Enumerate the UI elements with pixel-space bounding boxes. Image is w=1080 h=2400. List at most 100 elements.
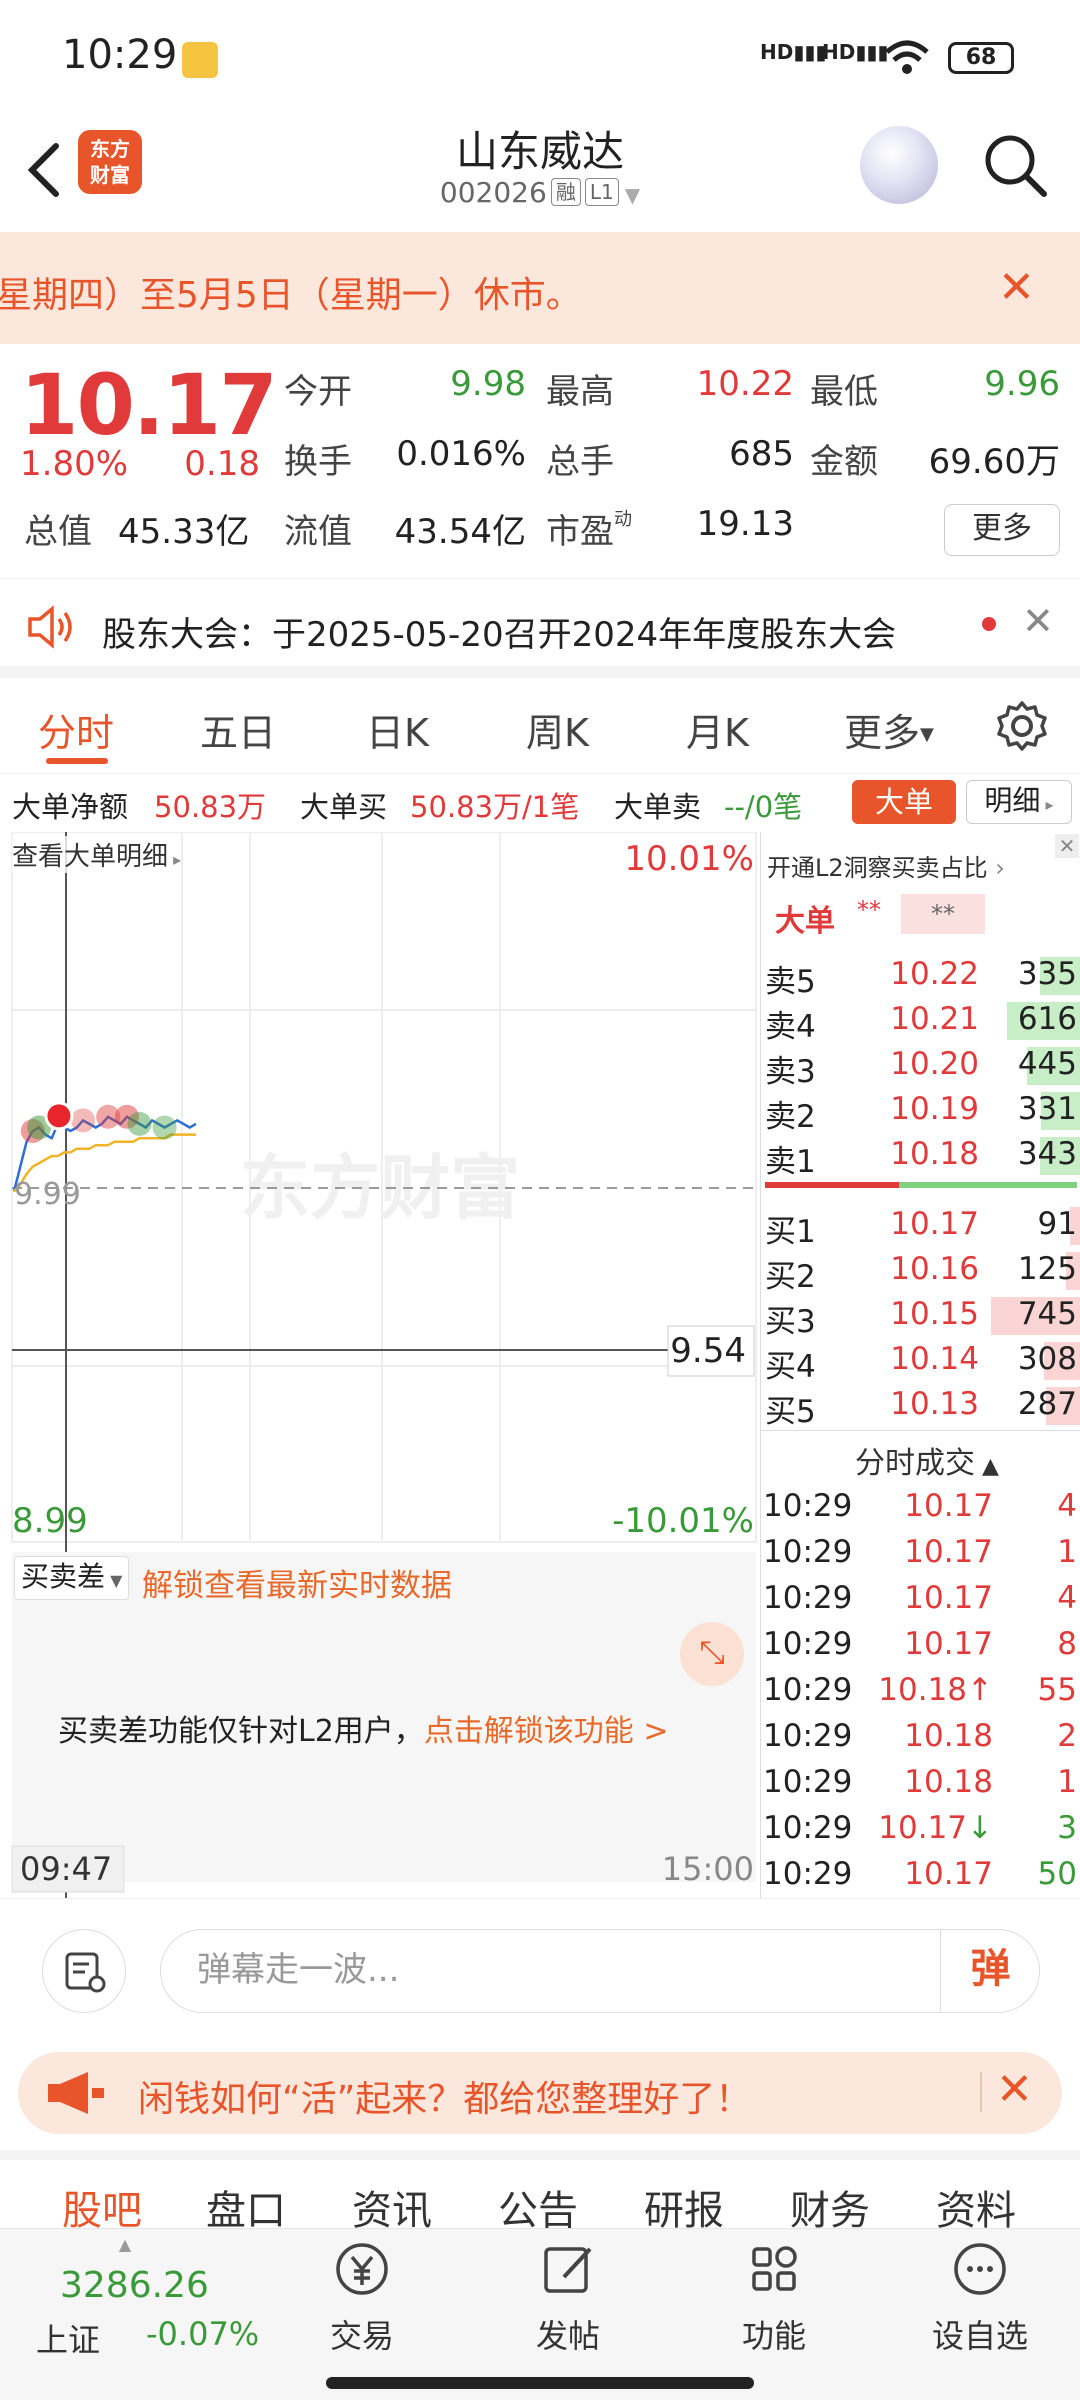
detail-button[interactable]: 明细 ▸ xyxy=(966,780,1072,824)
home-indicator[interactable] xyxy=(326,2377,754,2389)
tick-row: 10:29 10.18 1 xyxy=(761,1760,1080,1806)
bid-row[interactable]: 买5 10.13 287 xyxy=(761,1382,1080,1430)
danmu-send-button[interactable]: 弹 xyxy=(940,1929,1040,2013)
big-mask-1: ** xyxy=(857,896,881,924)
arrow-down-icon: ↓ xyxy=(967,1810,993,1846)
signal-icon-2: HD▮▮▮ xyxy=(822,40,889,64)
chevron-down-icon: ▼ xyxy=(105,1571,123,1590)
tab-five-day[interactable]: 五日 xyxy=(200,702,276,757)
tab-weekly-k[interactable]: 周K xyxy=(526,702,589,757)
selected-big-order-bubble[interactable] xyxy=(44,1101,74,1131)
l2-insight-link[interactable]: 开通L2洞察买卖占比 › xyxy=(767,848,1005,883)
tick-volume: 2 xyxy=(1057,1718,1077,1754)
settings-gear-icon[interactable] xyxy=(996,700,1048,752)
sell-ratio-bar xyxy=(899,1182,1077,1188)
holiday-notice: 星期四）至5月5日（星期一）休市。 ✕ xyxy=(0,232,1080,344)
detail-link-label: 查看大单明细 xyxy=(12,842,169,872)
level-label: 买5 xyxy=(765,1394,816,1430)
speaker-icon xyxy=(28,605,72,649)
unlock-link[interactable]: 解锁查看最新实时数据 xyxy=(142,1560,452,1605)
more-button[interactable]: 更多 xyxy=(944,504,1060,556)
big-mask-2: ** xyxy=(901,894,985,934)
tab-monthly-k[interactable]: 月K xyxy=(686,702,749,757)
big-buy-value: 50.83万/1笔 xyxy=(410,790,580,824)
close-icon[interactable]: ✕ xyxy=(1022,599,1054,643)
more-icon xyxy=(954,2243,1006,2295)
nav-post[interactable]: 发帖 xyxy=(508,2239,628,2357)
tick-time: 10:29 xyxy=(763,1534,853,1570)
ask-row[interactable]: 卖4 10.21 616 xyxy=(761,997,1080,1045)
promo-banner[interactable]: 闲钱如何“活”起来？都给您整理好了！ ✕ xyxy=(18,2052,1062,2134)
robot-assistant-icon[interactable] xyxy=(860,126,938,204)
nav-trade-label: 交易 xyxy=(329,2317,394,2355)
bottom-pct-label: -10.01% xyxy=(612,1501,754,1541)
volume-label: 总手 xyxy=(546,442,614,482)
tick-volume: 1 xyxy=(1057,1534,1077,1570)
danmu-input[interactable]: 弹幕走一波... xyxy=(160,1929,1040,2013)
level-price: 10.13 xyxy=(890,1386,979,1422)
bid-row[interactable]: 买3 10.15 745 xyxy=(761,1292,1080,1340)
tick-row: 10:29 10.17 8 xyxy=(761,1622,1080,1668)
bottom-price-label: 8.99 xyxy=(12,1501,88,1541)
float-cap-value: 43.54亿 xyxy=(394,512,526,552)
chevron-right-icon: › xyxy=(987,854,1005,882)
expand-icon[interactable]: ⤡ xyxy=(680,1622,744,1686)
close-icon[interactable]: ✕ xyxy=(996,2064,1033,2115)
tab-intraday[interactable]: 分时 xyxy=(38,702,114,757)
ask-row[interactable]: 卖2 10.19 331 xyxy=(761,1087,1080,1135)
pe-label-sup: 动 xyxy=(614,509,632,530)
amount-value: 69.60万 xyxy=(928,442,1060,482)
tick-price: 10.17 xyxy=(904,1488,993,1524)
prev-close-label: 9.99 xyxy=(14,1177,81,1212)
yen-icon xyxy=(336,2243,388,2295)
level-label: 买2 xyxy=(765,1259,816,1295)
close-icon[interactable]: ✕ xyxy=(998,262,1035,313)
quote-panel: 10.17 1.80% 0.18 总值 45.33亿 今开 9.98 换手 0.… xyxy=(0,344,1080,574)
tab-more[interactable]: 更多▼ xyxy=(844,702,934,757)
bid-row[interactable]: 买1 10.17 91 xyxy=(761,1202,1080,1250)
nav-add-watchlist-label: 设自选 xyxy=(931,2317,1028,2355)
big-order-bubble[interactable] xyxy=(127,1111,152,1136)
ticks-title[interactable]: 分时成交 ▲ xyxy=(855,1438,999,1482)
diff-selector[interactable]: 买卖差 ▼ xyxy=(14,1556,130,1600)
search-icon[interactable] xyxy=(980,130,1050,200)
open-value: 9.98 xyxy=(450,364,526,404)
level-price: 10.14 xyxy=(890,1341,979,1377)
close-icon[interactable]: ✕ xyxy=(1055,834,1079,858)
tick-volume: 55 xyxy=(1037,1672,1077,1708)
level-label: 卖1 xyxy=(765,1144,816,1180)
level-tag: L1 xyxy=(584,178,619,206)
buy-ratio-bar xyxy=(765,1182,899,1188)
pe-label-text: 市盈 xyxy=(546,512,614,552)
big-order-button[interactable]: 大单 xyxy=(852,780,956,824)
l2-unlock-link[interactable]: 点击解锁该功能 > xyxy=(424,1714,669,1749)
l2-note-text: 买卖差功能仅针对L2用户， xyxy=(58,1714,424,1749)
nav-functions[interactable]: 功能 xyxy=(714,2239,834,2357)
ask-row[interactable]: 卖3 10.20 445 xyxy=(761,1042,1080,1090)
meeting-text: 股东大会：于2025-05-20召开2024年年度股东大会 xyxy=(102,615,897,655)
shareholder-meeting-banner[interactable]: 股东大会：于2025-05-20召开2024年年度股东大会 ✕ xyxy=(0,578,1080,678)
bid-row[interactable]: 买2 10.16 125 xyxy=(761,1247,1080,1295)
nav-trade[interactable]: 交易 xyxy=(302,2239,422,2357)
danmu-settings-icon[interactable] xyxy=(42,1929,126,2013)
intraday-chart[interactable]: 东方财富 9.54 9.99 10.01% 8.99 -10.01% 09:47… xyxy=(0,831,758,1898)
big-label: 大单 xyxy=(775,904,835,939)
tab-daily-k[interactable]: 日K xyxy=(366,702,429,757)
tick-price: 10.17 xyxy=(904,1856,993,1892)
big-order-detail-link[interactable]: 查看大单明细 ▸ xyxy=(12,836,182,873)
level-volume: 287 xyxy=(1017,1386,1077,1422)
mcap-label: 总值 xyxy=(24,512,92,552)
bid-row[interactable]: 买4 10.14 308 xyxy=(761,1337,1080,1385)
ask-row[interactable]: 卖1 10.18 343 xyxy=(761,1132,1080,1180)
tick-price: 10.17 xyxy=(904,1534,993,1570)
big-order-bubble[interactable] xyxy=(152,1115,177,1140)
nav-add-watchlist[interactable]: 设自选 xyxy=(920,2239,1040,2357)
ask-row[interactable]: 卖5 10.22 335 xyxy=(761,952,1080,1000)
index-value[interactable]: 3286.26 xyxy=(60,2265,209,2306)
level-price: 10.16 xyxy=(890,1251,979,1287)
big-order-bubble[interactable] xyxy=(71,1108,96,1133)
tick-volume: 4 xyxy=(1057,1488,1077,1524)
tick-volume: 50 xyxy=(1037,1856,1077,1892)
index-change: -0.07% xyxy=(146,2315,260,2353)
divider xyxy=(761,1430,1080,1431)
